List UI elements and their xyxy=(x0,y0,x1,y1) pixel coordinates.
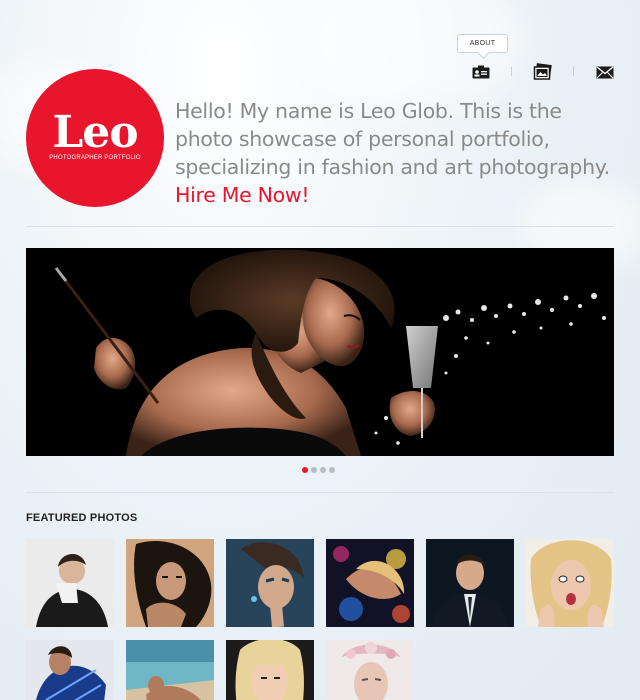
photos-icon xyxy=(533,63,552,80)
photo-thumbnail xyxy=(26,640,114,700)
photo-thumbnail xyxy=(326,539,414,627)
slider-dot[interactable] xyxy=(302,467,308,473)
hire-me-link[interactable]: Hire Me Now! xyxy=(175,183,310,207)
id-card-icon xyxy=(472,65,490,79)
about-tooltip: ABOUT xyxy=(457,34,508,53)
mail-icon xyxy=(596,65,614,78)
featured-photo[interactable] xyxy=(126,640,214,700)
photo-thumbnail xyxy=(326,640,414,700)
featured-photo[interactable] xyxy=(126,539,214,627)
featured-photos-title: FEATURED PHOTOS xyxy=(26,512,138,524)
gallery-nav-button[interactable] xyxy=(532,62,554,82)
featured-photo[interactable] xyxy=(26,539,114,627)
hero-slider[interactable] xyxy=(26,248,614,456)
slider-pagination xyxy=(302,467,335,473)
photo-thumbnail xyxy=(26,539,114,627)
about-nav-button[interactable] xyxy=(470,62,492,82)
intro-text: Hello! My name is Leo Glob. This is the … xyxy=(175,97,625,209)
slider-dot[interactable] xyxy=(320,467,326,473)
featured-photo[interactable] xyxy=(526,539,614,627)
featured-photo[interactable] xyxy=(226,640,314,700)
featured-photo[interactable] xyxy=(226,539,314,627)
featured-photo[interactable] xyxy=(26,640,114,700)
divider xyxy=(26,492,614,493)
contact-nav-button[interactable] xyxy=(594,62,616,82)
featured-photo[interactable] xyxy=(426,539,514,627)
slider-dot[interactable] xyxy=(329,467,335,473)
photo-thumbnail xyxy=(126,539,214,627)
photo-thumbnail xyxy=(426,539,514,627)
nav-separator xyxy=(573,67,574,76)
photo-thumbnail xyxy=(226,539,314,627)
featured-photo[interactable] xyxy=(326,640,414,700)
site-logo[interactable]: Leo PHOTOGRAPHER PORTFOLIO xyxy=(26,69,164,207)
featured-photo[interactable] xyxy=(326,539,414,627)
photo-thumbnail xyxy=(126,640,214,700)
logo-subtitle: PHOTOGRAPHER PORTFOLIO xyxy=(49,155,141,161)
photo-thumbnail xyxy=(226,640,314,700)
intro-body: Hello! My name is Leo Glob. This is the … xyxy=(175,99,610,179)
divider xyxy=(26,226,614,227)
hero-image xyxy=(26,248,614,456)
slider-dot[interactable] xyxy=(311,467,317,473)
logo-title: Leo xyxy=(52,107,138,158)
nav-separator xyxy=(511,67,512,76)
photo-thumbnail xyxy=(526,539,614,627)
